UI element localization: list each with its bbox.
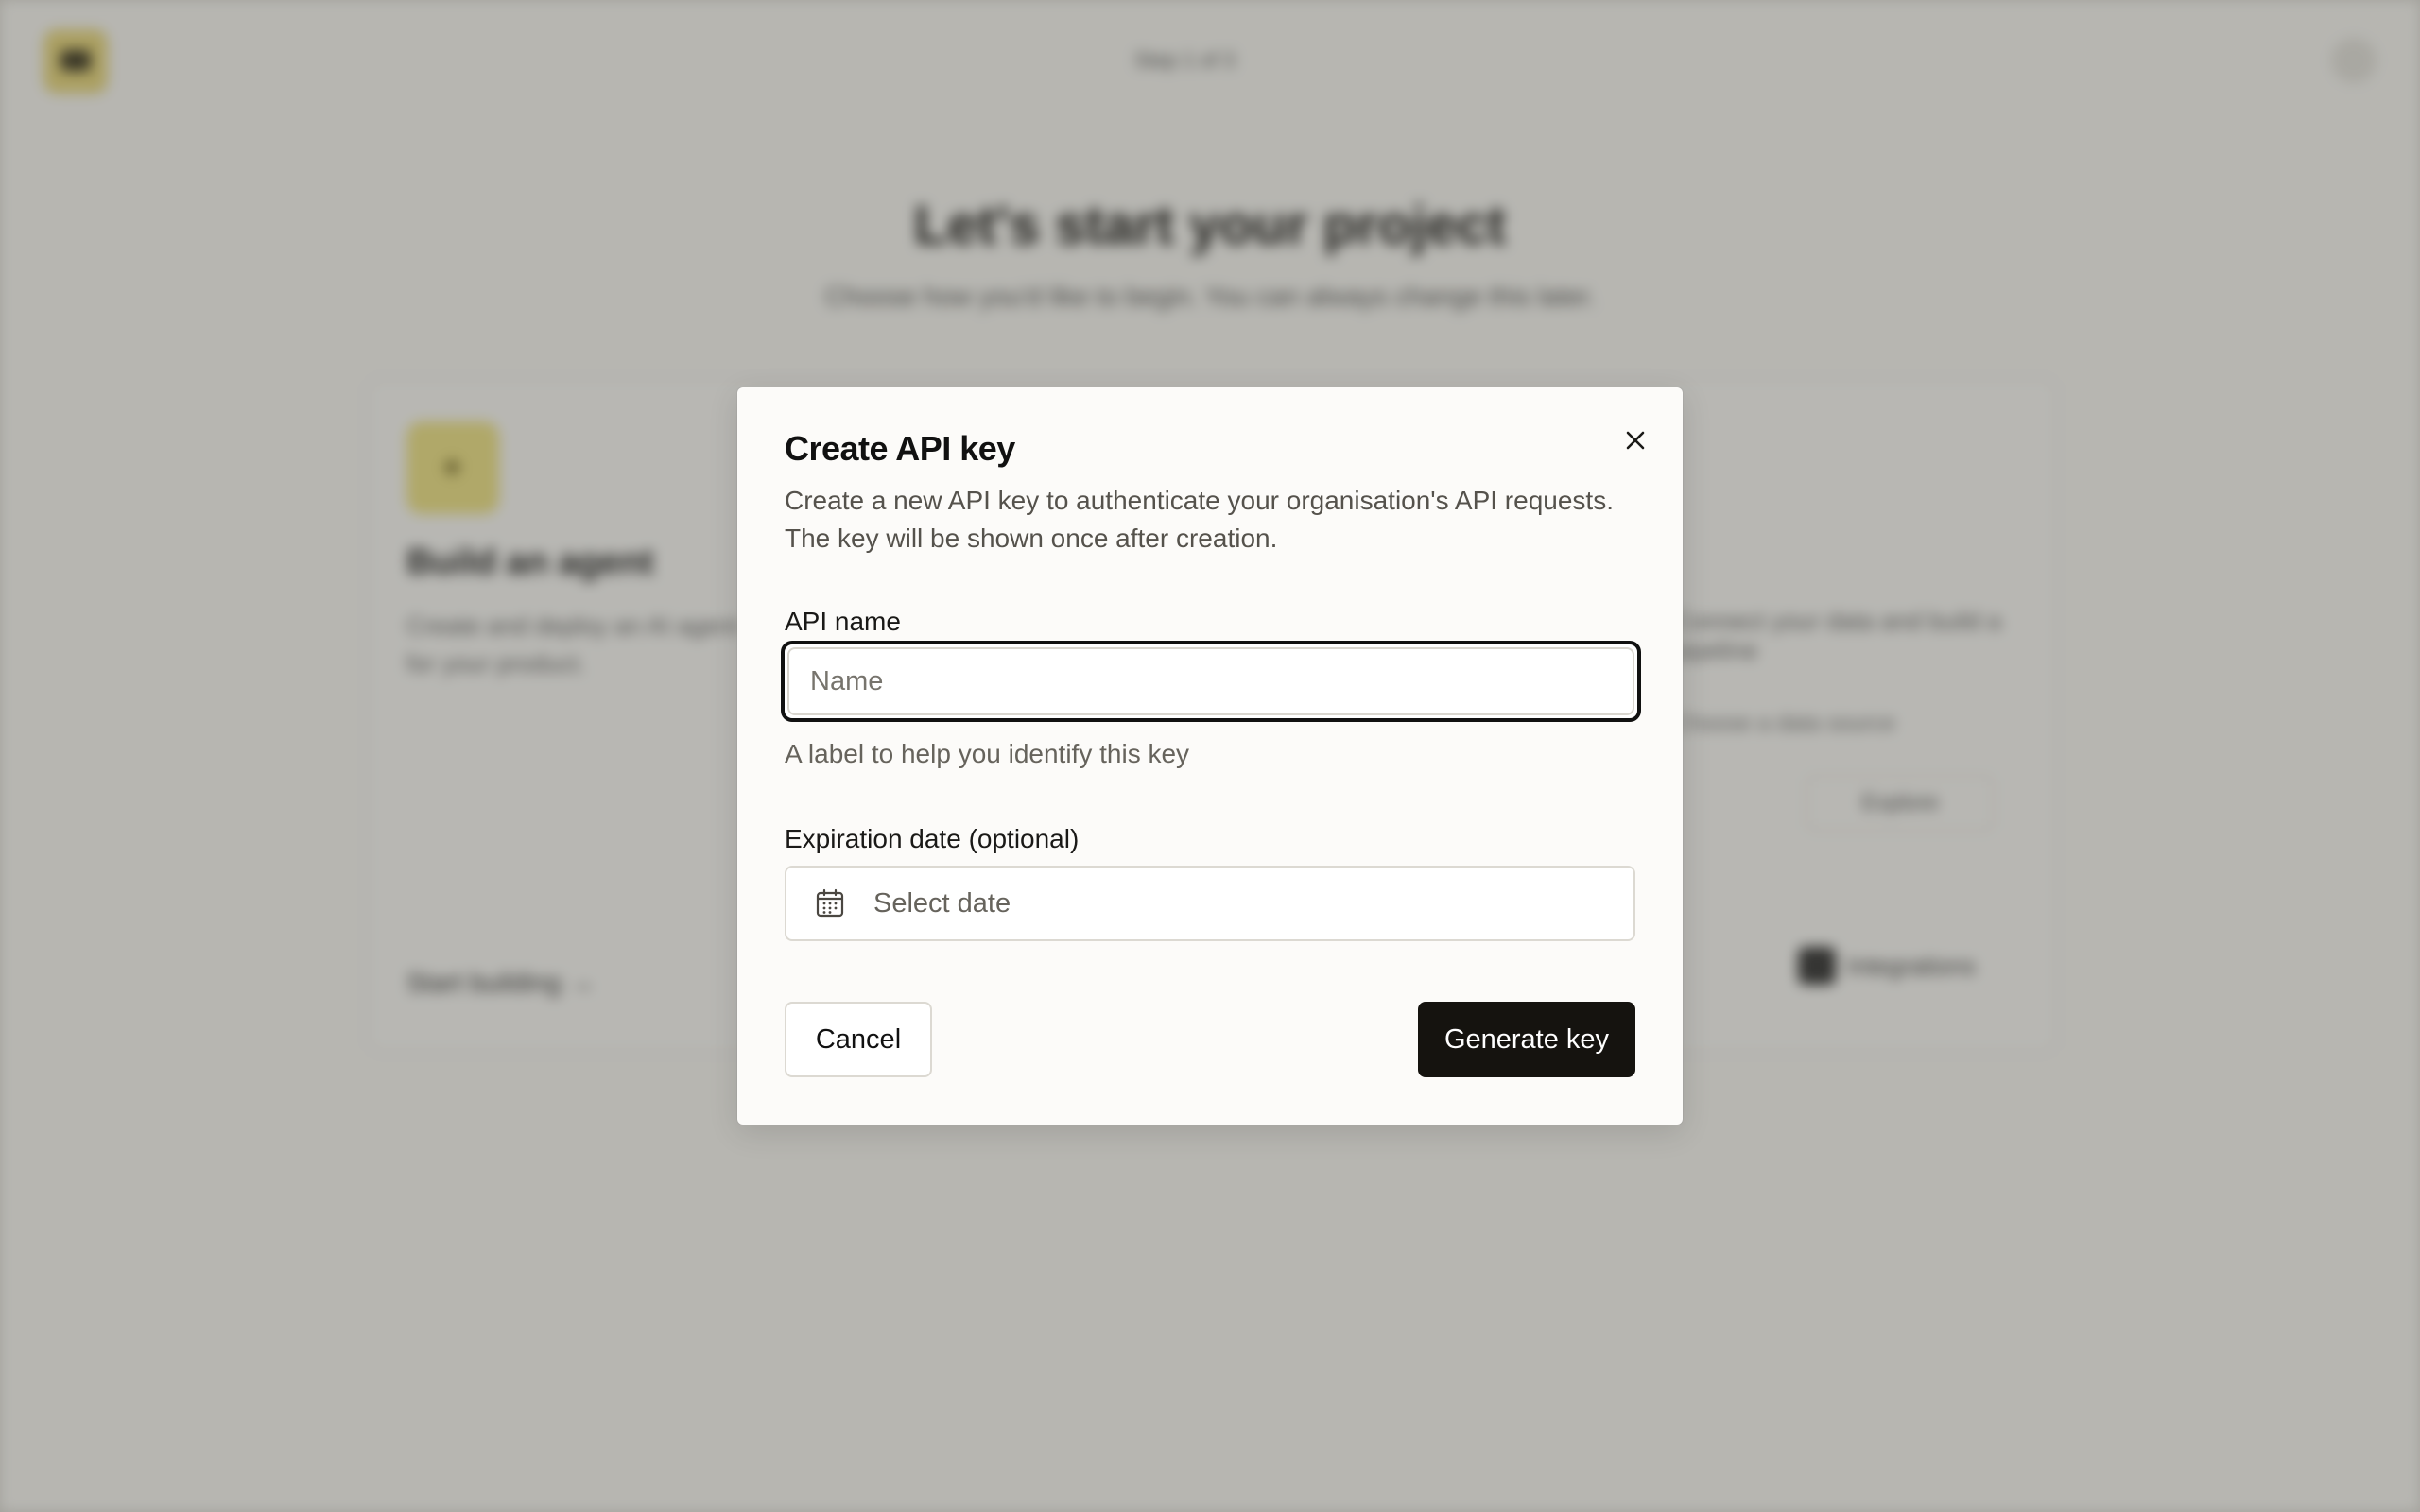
generate-key-button[interactable]: Generate key <box>1418 1002 1635 1077</box>
calendar-icon <box>816 888 844 918</box>
close-icon <box>1626 431 1645 450</box>
api-name-focus-ring <box>781 641 1641 722</box>
cancel-button[interactable]: Cancel <box>785 1002 932 1077</box>
api-name-input[interactable] <box>787 647 1634 715</box>
api-name-helper: A label to help you identify this key <box>785 739 1190 768</box>
expiration-date-placeholder: Select date <box>873 887 1011 919</box>
dialog-title: Create API key <box>785 429 1015 468</box>
create-api-key-dialog: Create API key Create a new API key to a… <box>737 387 1683 1125</box>
dialog-description: Create a new API key to authenticate you… <box>785 486 1614 553</box>
close-button[interactable] <box>1616 421 1654 459</box>
expiration-date-label: Expiration date (optional) <box>785 824 1080 853</box>
expiration-date-picker[interactable]: Select date <box>785 866 1635 941</box>
api-name-label: API name <box>785 607 901 636</box>
